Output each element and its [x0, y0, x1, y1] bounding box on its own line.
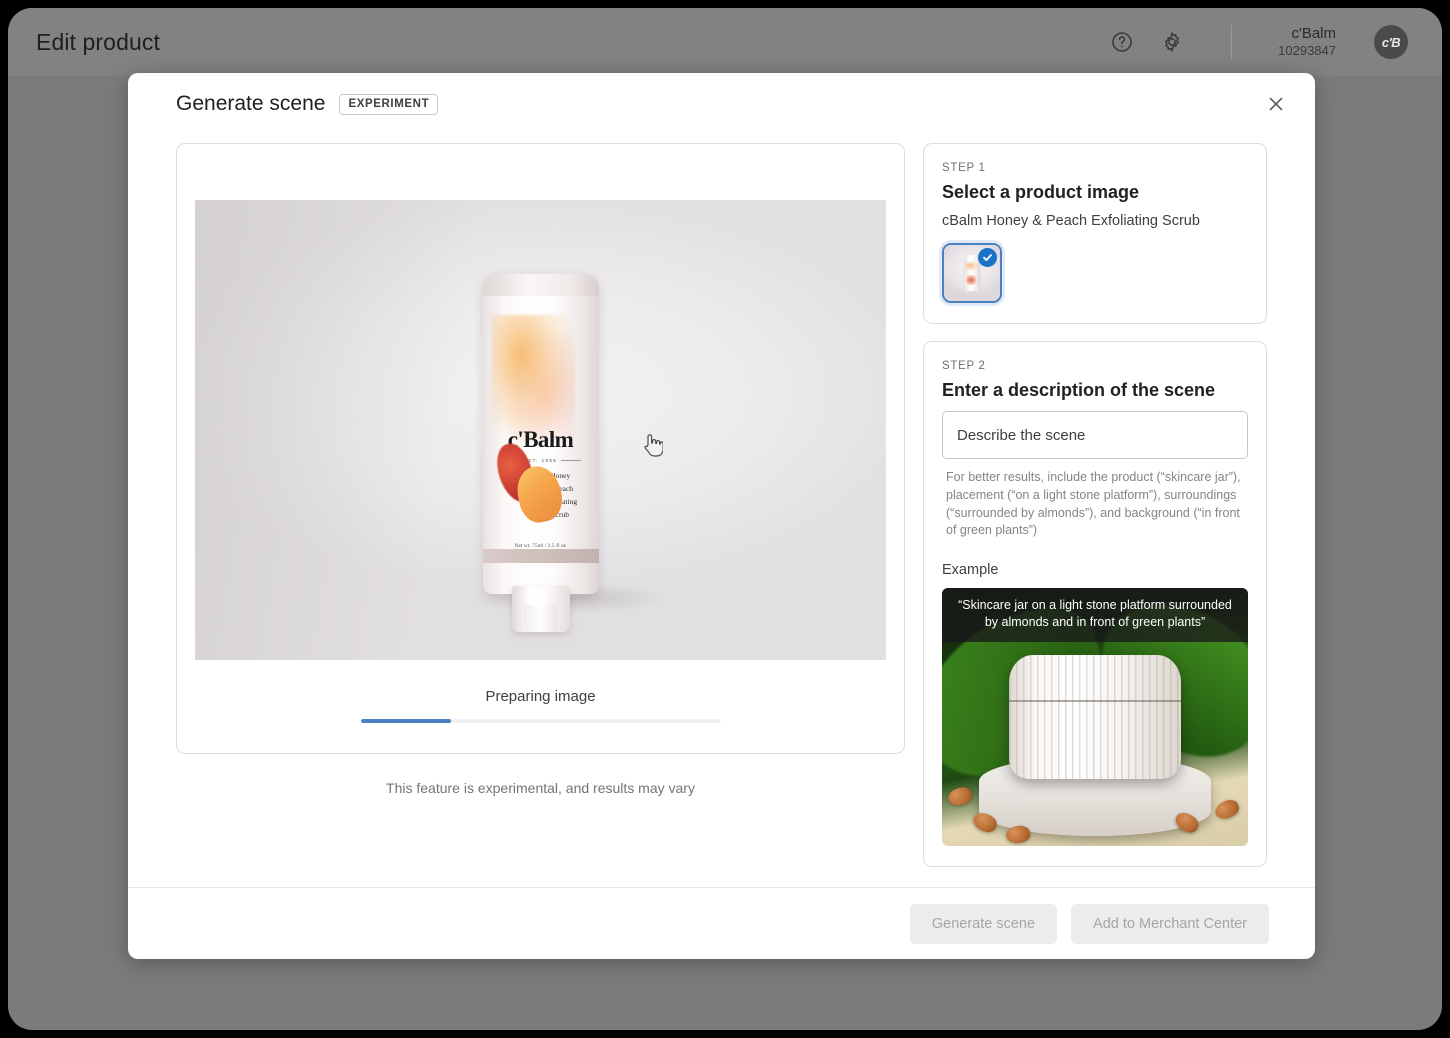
pointer-hand-cursor [641, 432, 664, 458]
screen: Edit product c'Balm 10293847 c'B Generat… [8, 8, 1442, 1030]
almond [1005, 824, 1032, 846]
dialog-body: c'Balm EST. 1986 Honey& PeachExfoliating… [128, 135, 1315, 887]
preview-column: c'Balm EST. 1986 Honey& PeachExfoliating… [176, 143, 905, 887]
tube-body: c'Balm EST. 1986 Honey& PeachExfoliating… [482, 273, 599, 594]
close-icon[interactable] [1257, 85, 1295, 123]
generate-scene-dialog: Generate scene EXPERIMENT c'Balm EST. 19… [128, 73, 1315, 959]
step-1-kicker: STEP 1 [942, 162, 986, 174]
tube-bottom-band [482, 548, 599, 564]
dialog-header: Generate scene EXPERIMENT [128, 73, 1315, 135]
appbar-actions: c'Balm 10293847 c'B [1109, 25, 1408, 60]
jar-lid-seam [1009, 699, 1181, 702]
experimental-disclaimer: This feature is experimental, and result… [386, 780, 695, 796]
tube-peach-art [490, 434, 568, 530]
step-2-title: Enter a description of the scene [942, 380, 1216, 400]
dialog-title: Generate scene [176, 92, 326, 115]
account-id: 10293847 [1278, 43, 1336, 59]
progress-section: Preparing image [360, 688, 721, 723]
avatar[interactable]: c'B [1374, 25, 1408, 59]
step-2-kicker: STEP 2 [942, 360, 986, 372]
tube-peach-watercolor [491, 315, 576, 444]
step-1-product-name: cBalm Honey & Peach Exfoliating Scrub [942, 213, 1200, 229]
example-caption: “Skincare jar on a light stone platform … [942, 588, 1248, 642]
generate-scene-button[interactable]: Generate scene [909, 903, 1058, 944]
product-image-stage[interactable]: c'Balm EST. 1986 Honey& PeachExfoliating… [195, 200, 886, 660]
page-title: Edit product [36, 28, 160, 55]
appbar-divider [1231, 25, 1233, 59]
check-circle-icon [978, 248, 997, 267]
almond [946, 784, 975, 809]
app-bar: Edit product c'Balm 10293847 c'B [8, 8, 1442, 76]
example-image: “Skincare jar on a light stone platform … [942, 588, 1248, 846]
gear-icon[interactable] [1159, 29, 1185, 55]
steps-column: STEP 1 Select a product image cBalm Hone… [923, 143, 1267, 887]
dialog-footer: Generate scene Add to Merchant Center [128, 887, 1315, 959]
tube-crimp [482, 273, 599, 296]
jar-ribbed-texture [1009, 655, 1181, 779]
step-2-card: STEP 2 Enter a description of the scene … [923, 341, 1267, 867]
almond [1212, 796, 1242, 822]
progress-label: Preparing image [485, 688, 596, 705]
device-frame: Edit product c'Balm 10293847 c'B Generat… [0, 0, 1450, 1038]
tube-cap [511, 585, 570, 632]
example-label: Example [942, 562, 999, 578]
scene-input-hint: For better results, include the product … [946, 470, 1241, 538]
account-name: c'Balm [1291, 24, 1336, 42]
product-image-thumbnail[interactable] [942, 243, 1002, 303]
account-info[interactable]: c'Balm 10293847 [1278, 25, 1336, 60]
step-1-title: Select a product image [942, 182, 1140, 202]
experiment-badge: EXPERIMENT [339, 93, 439, 115]
add-to-merchant-center-button[interactable]: Add to Merchant Center [1071, 903, 1269, 944]
progress-bar-fill [360, 719, 451, 723]
progress-bar [360, 719, 721, 723]
preview-card: c'Balm EST. 1986 Honey& PeachExfoliating… [176, 143, 905, 754]
example-skincare-jar [1009, 655, 1181, 779]
product-tube-illustration: c'Balm EST. 1986 Honey& PeachExfoliating… [482, 273, 599, 632]
step-1-card: STEP 1 Select a product image cBalm Hone… [923, 143, 1267, 324]
scene-description-input[interactable] [942, 411, 1248, 459]
help-circle-icon[interactable] [1109, 29, 1135, 55]
